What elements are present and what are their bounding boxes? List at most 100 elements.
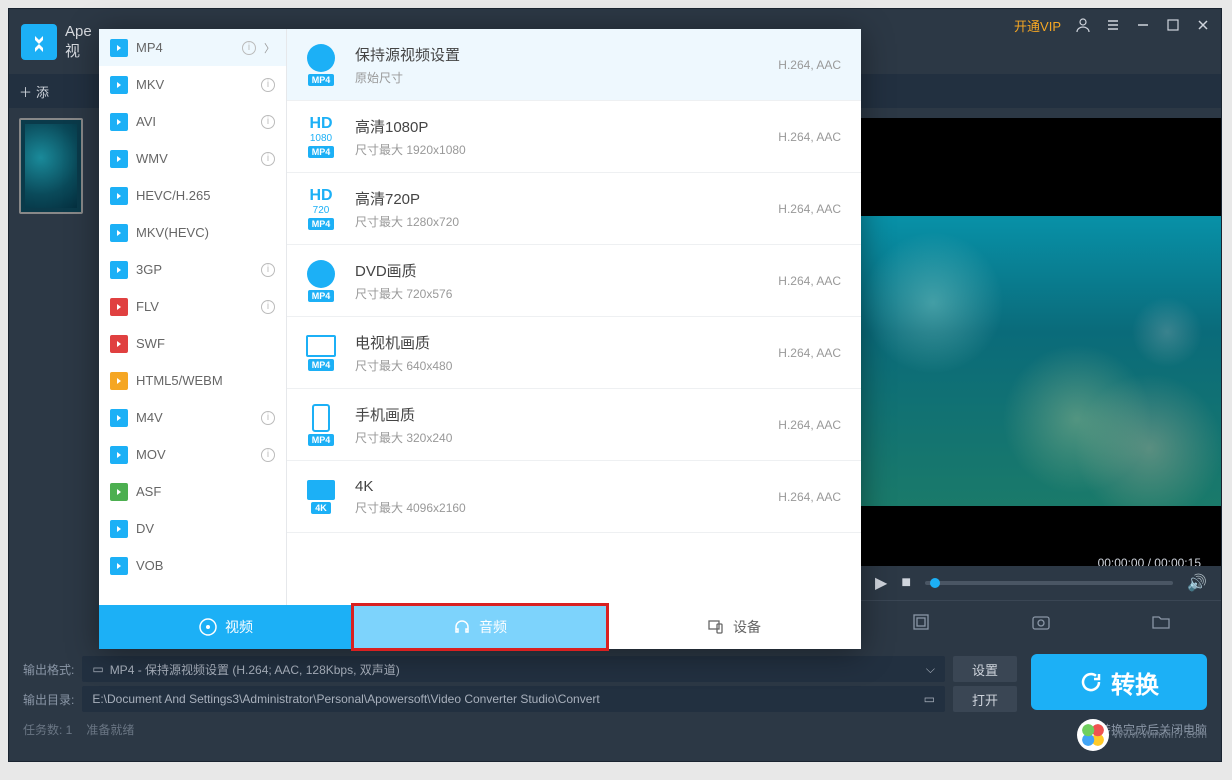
- profile-item[interactable]: MP4 电视机画质尺寸最大 640x480 H.264, AAC: [287, 317, 861, 389]
- format-icon: [110, 446, 128, 464]
- play-button[interactable]: ▶: [875, 573, 887, 593]
- profile-subtitle: 尺寸最大 1280x720: [355, 213, 764, 230]
- tab-video[interactable]: 视频: [99, 605, 353, 649]
- profile-item[interactable]: 4K 4K尺寸最大 4096x2160 H.264, AAC: [287, 461, 861, 533]
- format-popup: MP4 i 〉 MKV i AVI i WMV i HEVC/H.265 MKV…: [99, 29, 861, 649]
- status-text: 准备就绪: [86, 721, 134, 738]
- profile-item[interactable]: MP4 保持源视频设置原始尺寸 H.264, AAC: [287, 29, 861, 101]
- device-icon: [707, 618, 725, 636]
- volume-icon[interactable]: 🔊: [1187, 573, 1207, 593]
- headphones-icon: [453, 618, 471, 636]
- profile-icon: MP4: [301, 44, 341, 86]
- format-icon: [110, 409, 128, 427]
- profile-icon: 4K: [301, 480, 341, 514]
- format-icon: [110, 483, 128, 501]
- profile-subtitle: 尺寸最大 320x240: [355, 429, 764, 446]
- format-icon: [110, 372, 128, 390]
- profile-item[interactable]: HD1080MP4 高清1080P尺寸最大 1920x1080 H.264, A…: [287, 101, 861, 173]
- format-item-mkvhevc[interactable]: MKV(HEVC): [99, 214, 286, 251]
- info-icon[interactable]: i: [261, 152, 275, 166]
- profile-item[interactable]: HD720MP4 高清720P 尺寸最大 1280x720 H.264, AAC: [287, 173, 861, 245]
- refresh-icon: [1079, 670, 1103, 694]
- profile-subtitle: 尺寸最大 1920x1080: [355, 141, 764, 158]
- format-icon: [110, 113, 128, 131]
- profile-subtitle: 尺寸最大 720x576: [355, 285, 764, 302]
- close-button[interactable]: [1195, 17, 1211, 33]
- crop-button[interactable]: [911, 612, 931, 637]
- profile-subtitle: 原始尺寸: [355, 69, 764, 86]
- format-item-mkv[interactable]: MKV i: [99, 66, 286, 103]
- preview-toolbar: [861, 600, 1221, 648]
- format-icon: [110, 39, 128, 57]
- info-icon[interactable]: i: [261, 263, 275, 277]
- format-item-swf[interactable]: SWF: [99, 325, 286, 362]
- format-icon: [110, 557, 128, 575]
- profile-icon: MP4: [301, 335, 341, 371]
- format-item-vob[interactable]: VOB: [99, 547, 286, 584]
- plus-icon: ＋: [19, 82, 32, 101]
- format-item-wmv[interactable]: WMV i: [99, 140, 286, 177]
- open-button[interactable]: 打开: [953, 686, 1017, 712]
- format-icon: [110, 187, 128, 205]
- profile-codec: H.264, AAC: [778, 202, 841, 216]
- format-item-m4v[interactable]: M4V i: [99, 399, 286, 436]
- maximize-button[interactable]: [1165, 17, 1181, 33]
- vip-link[interactable]: 开通VIP: [1014, 16, 1061, 35]
- convert-button[interactable]: 转换: [1031, 654, 1207, 710]
- tab-device[interactable]: 设备: [607, 605, 861, 649]
- status-bar: 任务数: 1 准备就绪 转换完成后关闭电脑: [9, 714, 1221, 744]
- profile-icon: MP4: [301, 260, 341, 302]
- format-item-avi[interactable]: AVI i: [99, 103, 286, 140]
- stop-button[interactable]: ■: [901, 574, 911, 592]
- info-icon[interactable]: i: [261, 448, 275, 462]
- add-button[interactable]: ＋ 添: [19, 82, 49, 101]
- minimize-button[interactable]: [1135, 17, 1151, 33]
- tab-audio[interactable]: 音频: [353, 605, 607, 649]
- profile-title: 高清720P: [355, 188, 764, 209]
- info-icon[interactable]: i: [261, 78, 275, 92]
- format-label: FLV: [136, 299, 253, 314]
- info-icon[interactable]: i: [242, 41, 256, 55]
- format-item-dv[interactable]: DV: [99, 510, 286, 547]
- profile-title: 保持源视频设置: [355, 44, 764, 65]
- profile-icon: MP4: [301, 404, 341, 446]
- user-icon[interactable]: [1075, 17, 1091, 33]
- info-icon[interactable]: i: [261, 115, 275, 129]
- bottom-bar: 输出格式: ▭ MP4 - 保持源视频设置 (H.264; AAC, 128Kb…: [9, 648, 1221, 714]
- video-icon: [199, 618, 217, 636]
- profile-codec: H.264, AAC: [778, 58, 841, 72]
- format-item-mp4[interactable]: MP4 i 〉: [99, 29, 286, 66]
- settings-button[interactable]: 设置: [953, 656, 1017, 682]
- format-label: MKV(HEVC): [136, 225, 275, 240]
- folder-button[interactable]: [1151, 612, 1171, 637]
- menu-icon[interactable]: [1105, 17, 1121, 33]
- output-format-dropdown[interactable]: ▭ MP4 - 保持源视频设置 (H.264; AAC, 128Kbps, 双声…: [82, 656, 945, 682]
- info-icon[interactable]: i: [261, 300, 275, 314]
- format-item-html5webm[interactable]: HTML5/WEBM: [99, 362, 286, 399]
- output-format-label: 输出格式:: [23, 661, 74, 678]
- video-thumbnail[interactable]: [19, 118, 83, 214]
- format-item-hevch265[interactable]: HEVC/H.265: [99, 177, 286, 214]
- format-profile-list: MP4 保持源视频设置原始尺寸 H.264, AACHD1080MP4 高清10…: [287, 29, 861, 605]
- format-item-flv[interactable]: FLV i: [99, 288, 286, 325]
- profile-icon: HD1080MP4: [301, 116, 341, 158]
- profile-title: 4K: [355, 478, 764, 495]
- profile-icon: HD720MP4: [301, 188, 341, 230]
- format-item-mov[interactable]: MOV i: [99, 436, 286, 473]
- profile-codec: H.264, AAC: [778, 346, 841, 360]
- format-item-3gp[interactable]: 3GP i: [99, 251, 286, 288]
- seek-slider[interactable]: [925, 581, 1173, 585]
- player-controls: ▶ ■ 🔊: [861, 566, 1221, 600]
- profile-item[interactable]: MP4 手机画质尺寸最大 320x240 H.264, AAC: [287, 389, 861, 461]
- task-count: 任务数: 1: [23, 721, 72, 738]
- info-icon[interactable]: i: [261, 411, 275, 425]
- app-logo: [21, 24, 57, 60]
- profile-item[interactable]: MP4 DVD画质尺寸最大 720x576 H.264, AAC: [287, 245, 861, 317]
- snapshot-button[interactable]: [1031, 612, 1051, 637]
- format-item-asf[interactable]: ASF: [99, 473, 286, 510]
- format-icon: [110, 261, 128, 279]
- app-name-line2: 视: [65, 40, 92, 61]
- profile-subtitle: 尺寸最大 640x480: [355, 357, 764, 374]
- output-dir-field[interactable]: E:\Document And Settings3\Administrator\…: [82, 686, 945, 712]
- profile-subtitle: 尺寸最大 4096x2160: [355, 499, 764, 516]
